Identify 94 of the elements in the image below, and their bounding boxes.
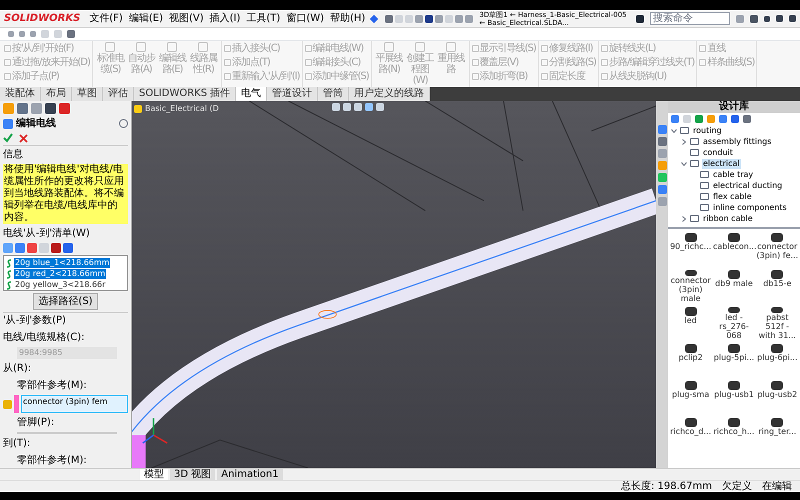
- part-thumbnail[interactable]: [771, 270, 784, 279]
- search-field[interactable]: 搜索命令: [650, 12, 730, 25]
- panel-title: 编辑电线: [16, 116, 57, 131]
- reference-field[interactable]: connector (3pin) fem: [21, 395, 128, 413]
- tree-item[interactable]: inline components: [712, 202, 788, 212]
- ribbon-tab[interactable]: SOLIDWORKS 插件: [134, 87, 236, 101]
- part-label: plug-usb1: [713, 390, 755, 399]
- part-label: db15-e: [762, 279, 792, 288]
- part-label: cablecon...: [712, 242, 755, 251]
- part-label: led: [684, 316, 698, 325]
- part-thumbnail[interactable]: [728, 418, 740, 427]
- ribbon-tab[interactable]: 用户定义的线路: [349, 87, 430, 101]
- part-thumbnail[interactable]: [684, 418, 697, 427]
- field-label: 管脚(P):: [17, 416, 56, 430]
- view-tab[interactable]: 模型: [140, 468, 168, 480]
- part-thumbnail[interactable]: [728, 307, 740, 313]
- document-tab[interactable]: Basic_Electrical (D: [145, 103, 219, 115]
- list-item[interactable]: 20g yellow_3<218.66r: [14, 280, 106, 290]
- spec-field: 9984:9985: [17, 347, 117, 359]
- part-label: richco_d...: [670, 427, 712, 436]
- part-thumbnail[interactable]: [684, 381, 697, 390]
- ribbon-tab[interactable]: 装配体: [0, 87, 41, 101]
- tree-item[interactable]: ribbon cable: [702, 214, 754, 224]
- menu-item[interactable]: 文件(F): [89, 11, 123, 26]
- tree-item[interactable]: cable tray: [712, 170, 754, 180]
- menu-item[interactable]: 窗口(W): [286, 11, 324, 26]
- cancel-icon[interactable]: [19, 134, 28, 142]
- view-tab[interactable]: Animation1: [217, 468, 283, 480]
- part-label: connector (3pin) male: [670, 276, 712, 303]
- part-label: pabst 512f - with 31...: [758, 313, 797, 340]
- part-thumbnail[interactable]: [728, 270, 740, 279]
- field-label: 零部件参考(M):: [17, 378, 88, 393]
- field-label: 零部件参考(M):: [17, 454, 88, 468]
- part-label: plug-6pi...: [756, 353, 798, 362]
- ok-icon[interactable]: [3, 133, 13, 143]
- menu-item[interactable]: 工具(T): [246, 11, 280, 26]
- list-item[interactable]: 20g blue_1<218.66mm: [14, 258, 110, 268]
- part-label: led - rs_276-068: [718, 313, 750, 340]
- part-thumbnail[interactable]: [728, 233, 740, 242]
- status-text: 在编辑: [762, 482, 792, 492]
- part-thumbnail[interactable]: [684, 270, 697, 276]
- menu-item[interactable]: 帮助(H): [330, 11, 366, 26]
- part-thumbnail[interactable]: [771, 233, 784, 242]
- axis-triad-drawing: [142, 418, 168, 444]
- panel-title: 设计库: [719, 102, 749, 112]
- part-thumbnail[interactable]: [771, 418, 784, 427]
- part-thumbnail[interactable]: [684, 344, 697, 353]
- ribbon-tab[interactable]: 管道设计: [267, 87, 318, 101]
- menu-item[interactable]: 视图(V): [168, 11, 204, 26]
- connector-block: [132, 435, 146, 468]
- status-text: 欠定义: [722, 482, 752, 492]
- part-thumbnail[interactable]: [728, 344, 740, 353]
- select-route-button[interactable]: 选择路径(S): [33, 293, 98, 310]
- part-thumbnail[interactable]: [684, 307, 697, 316]
- part-label: plug-5pi...: [712, 353, 755, 362]
- tree-item[interactable]: electrical ducting: [712, 180, 784, 190]
- part-label: richco_h...: [712, 427, 755, 436]
- tree-item[interactable]: electrical: [702, 158, 741, 168]
- part-label: ring_ter...: [757, 427, 798, 436]
- part-label: plug-sma: [671, 390, 710, 399]
- section-heading: 电线'从-到'清单(W): [3, 226, 91, 241]
- menu-item[interactable]: 编辑(E): [128, 11, 163, 26]
- part-thumbnail[interactable]: [684, 233, 697, 242]
- menu-item[interactable]: 插入(I): [210, 11, 240, 26]
- part-thumbnail[interactable]: [771, 344, 784, 353]
- tree-item[interactable]: assembly fittings: [702, 136, 772, 146]
- part-label: db9 male: [714, 279, 754, 288]
- logo: SOLIDWORKS: [4, 12, 82, 24]
- part-thumbnail[interactable]: [771, 307, 784, 313]
- ribbon-tab[interactable]: 布局: [41, 87, 72, 101]
- point-marker: [318, 310, 337, 319]
- list-item[interactable]: 20g red_2<218.66mm: [14, 269, 106, 279]
- part-thumbnail[interactable]: [728, 381, 740, 390]
- field-label: 到(T):: [3, 437, 32, 451]
- field-label: 电线/电缆规格(C):: [3, 330, 86, 345]
- ribbon-tab[interactable]: 评估: [103, 87, 134, 101]
- tree-item[interactable]: routing: [692, 126, 723, 136]
- ribbon-tab[interactable]: 管筒: [318, 87, 350, 101]
- part-label: connector (3pin) fe...: [756, 242, 798, 260]
- section-heading: 信息: [3, 145, 128, 162]
- view-tab[interactable]: 3D 视图: [170, 468, 216, 480]
- ribbon-tab[interactable]: 电气: [236, 87, 268, 101]
- color-swatch: [14, 395, 19, 413]
- part-label: pclip2: [678, 353, 704, 362]
- info-message: 将使用'编辑电线'对电线/电缆属性所作的更改将只应用到当地线路装配体。将不编辑列举在电缆/电线库中的内容。: [3, 164, 128, 224]
- tree-item[interactable]: conduit: [702, 148, 734, 158]
- part-label: 90_richc...: [670, 242, 712, 251]
- status-text: 总长度: 198.67mm: [620, 482, 712, 492]
- ribbon-tab[interactable]: 草图: [72, 87, 103, 101]
- field-label: 从(R):: [3, 362, 32, 376]
- section-heading: '从-到'参数(P): [3, 312, 128, 328]
- part-label: plug-usb2: [756, 390, 798, 399]
- tree-item[interactable]: flex cable: [712, 192, 753, 202]
- part-thumbnail[interactable]: [771, 381, 784, 390]
